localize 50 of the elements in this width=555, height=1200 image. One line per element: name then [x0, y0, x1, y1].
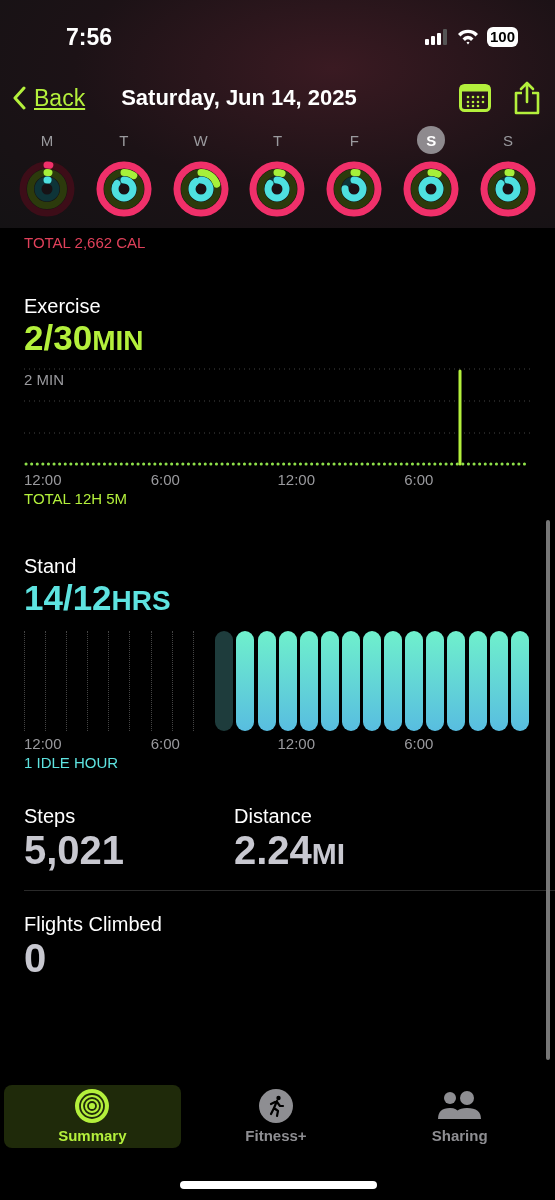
metric-value: 0 — [24, 936, 48, 980]
activity-rings-icon[interactable] — [18, 160, 76, 218]
metric-label: Distance — [234, 805, 313, 828]
metric-label: Steps — [24, 805, 77, 828]
day-letter[interactable]: S — [493, 126, 522, 154]
axis-label: 12:00 — [24, 735, 63, 752]
runner-icon — [259, 1089, 293, 1123]
calendar-icon[interactable] — [459, 84, 491, 112]
day-letter[interactable]: T — [263, 126, 292, 154]
metric-value: 2.24MI — [234, 828, 347, 874]
wifi-icon — [456, 29, 479, 45]
back-button[interactable]: Back — [12, 84, 86, 112]
exercise-total: TOTAL 12H 5M — [24, 490, 129, 507]
status-time: 7:56 — [66, 23, 113, 51]
tab-bar-item[interactable]: Fitness+ — [187, 1085, 365, 1148]
date-title: Saturday, Jun 14, 2025 — [121, 85, 358, 111]
metric-label: Flights Climbed — [24, 913, 163, 936]
day-letter[interactable]: S — [417, 126, 446, 154]
stand-total: 1 IDLE HOUR — [24, 754, 120, 771]
tab-bar-item[interactable]: Sharing — [371, 1085, 548, 1148]
metric-value: 5,021 — [24, 828, 126, 872]
stand-label: Stand — [24, 555, 78, 578]
exercise-label: Exercise — [24, 295, 102, 318]
activity-rings-icon[interactable] — [171, 160, 230, 218]
day-letter[interactable]: F — [340, 126, 369, 154]
tab-bar-item[interactable]: Summary — [4, 1085, 181, 1148]
stand-value: 14/12HRS — [24, 578, 172, 619]
axis-label: 6:00 — [404, 735, 435, 752]
axis-label: 12:00 — [277, 471, 317, 488]
activity-rings-icon[interactable] — [402, 160, 461, 218]
battery-level: 100 — [486, 27, 518, 47]
activity-rings-icon[interactable] — [478, 160, 537, 218]
exercise-value: 2/30MIN — [24, 318, 145, 359]
chevron-left-icon — [12, 86, 26, 110]
day-letter[interactable]: T — [109, 126, 138, 154]
day-letter[interactable]: W — [186, 126, 215, 154]
move-total: TOTAL 2,662 CAL — [24, 234, 147, 251]
axis-label: 6:00 — [150, 735, 181, 752]
chart-scale-label: 2 MIN — [24, 371, 64, 388]
share-icon[interactable] — [513, 81, 541, 115]
axis-label: 6:00 — [404, 471, 435, 488]
activity-rings-icon[interactable] — [248, 160, 307, 218]
signal-icon — [424, 29, 449, 45]
axis-label: 12:00 — [24, 471, 63, 488]
axis-label: 12:00 — [277, 735, 317, 752]
rings-icon — [75, 1089, 110, 1123]
activity-rings-icon[interactable] — [94, 160, 153, 218]
day-letter[interactable]: M — [33, 126, 61, 154]
activity-rings-icon[interactable] — [325, 160, 384, 218]
axis-label: 6:00 — [150, 471, 181, 488]
